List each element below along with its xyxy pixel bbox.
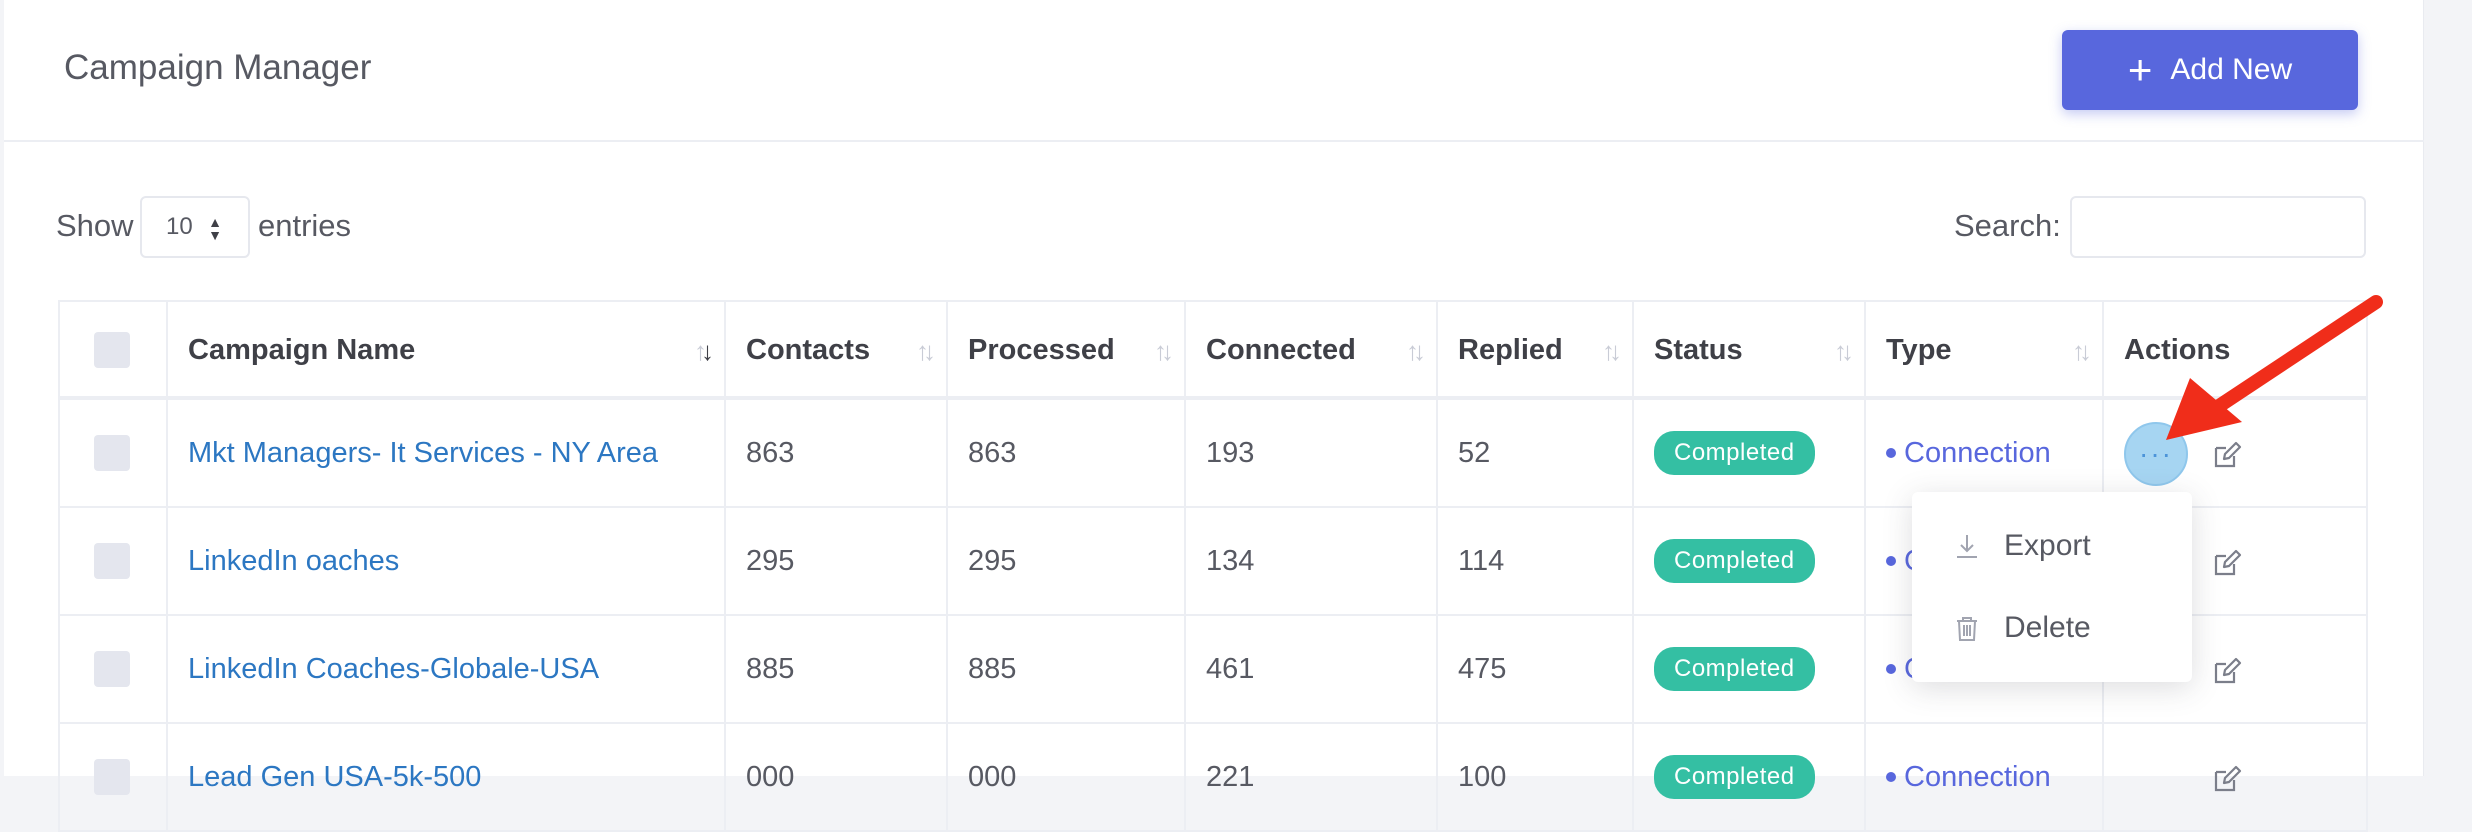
trash-icon xyxy=(1957,617,1977,641)
connected-value: 461 xyxy=(1186,616,1438,722)
contacts-value: 885 xyxy=(726,616,948,722)
processed-value: 295 xyxy=(948,508,1186,614)
col-campaign-name[interactable]: Campaign Name ↑↓ xyxy=(168,302,726,398)
select-all-cell xyxy=(60,302,168,398)
col-contacts[interactable]: Contacts ↑↓ xyxy=(726,302,948,398)
entries-label: entries xyxy=(258,208,352,243)
campaign-name-link[interactable]: Lead Gen USA-5k-500 xyxy=(168,724,726,830)
contacts-value: 295 xyxy=(726,508,948,614)
row-checkbox[interactable] xyxy=(94,543,130,579)
show-label: Show xyxy=(56,208,134,243)
actions-cell xyxy=(2104,724,2366,830)
connected-value: 221 xyxy=(1186,724,1438,830)
edit-icon[interactable] xyxy=(2212,764,2242,794)
actions-dropdown-menu: Export Delete xyxy=(1912,492,2192,682)
campaign-name-link[interactable]: LinkedIn Coaches-Globale-USA xyxy=(168,616,726,722)
contacts-value: 000 xyxy=(726,724,948,830)
select-all-checkbox[interactable] xyxy=(94,332,130,368)
bullet-icon xyxy=(1886,556,1896,566)
row-checkbox[interactable] xyxy=(94,759,130,795)
status-badge: Completed xyxy=(1654,755,1815,799)
download-icon xyxy=(1957,535,1977,558)
sort-icon: ↑↓ xyxy=(916,336,936,366)
search-label: Search: xyxy=(1954,208,2061,243)
annotation-arrow xyxy=(2166,295,2383,440)
col-status[interactable]: Status ↑↓ xyxy=(1634,302,1866,398)
processed-value: 885 xyxy=(948,616,1186,722)
replied-value: 100 xyxy=(1438,724,1634,830)
type-label: Connection xyxy=(1886,437,2051,470)
campaign-name-link[interactable]: LinkedIn oaches xyxy=(168,508,726,614)
processed-value: 863 xyxy=(948,400,1186,506)
col-type[interactable]: Type ↑↓ xyxy=(1866,302,2104,398)
page-length-select[interactable]: 10 ▲ ▼ xyxy=(140,196,250,258)
search-input[interactable] xyxy=(2070,196,2366,258)
edit-icon[interactable] xyxy=(2212,656,2242,686)
table-header: Campaign Name ↑↓ Contacts ↑↓ Processed ↑… xyxy=(58,300,2368,400)
connected-value: 193 xyxy=(1186,400,1438,506)
replied-value: 52 xyxy=(1438,400,1634,506)
sort-icon: ↑↓ xyxy=(2072,336,2092,366)
replied-value: 114 xyxy=(1438,508,1634,614)
status-badge: Completed xyxy=(1654,431,1815,475)
status-badge: Completed xyxy=(1654,647,1815,691)
col-processed[interactable]: Processed ↑↓ xyxy=(948,302,1186,398)
col-replied[interactable]: Replied ↑↓ xyxy=(1438,302,1634,398)
sort-icon: ↑↓ xyxy=(1602,336,1622,366)
type-label: Connection xyxy=(1886,761,2051,794)
row-checkbox[interactable] xyxy=(94,435,130,471)
edit-icon[interactable] xyxy=(2212,548,2242,578)
bullet-icon xyxy=(1886,772,1896,782)
sort-icon: ↑↓ xyxy=(1406,336,1426,366)
add-new-button[interactable]: + Add New xyxy=(2062,30,2358,110)
add-new-label: Add New xyxy=(2170,53,2293,86)
contacts-value: 863 xyxy=(726,400,948,506)
menu-item-delete[interactable]: Delete xyxy=(1912,588,2192,668)
plus-icon: + xyxy=(2127,46,2153,93)
connected-value: 134 xyxy=(1186,508,1438,614)
sort-icon: ↑↓ xyxy=(1154,336,1174,366)
sort-icon: ↑↓ xyxy=(694,336,714,366)
page-length-value: 10 xyxy=(166,213,193,240)
replied-value: 475 xyxy=(1438,616,1634,722)
sort-icon: ↑↓ xyxy=(1834,336,1854,366)
processed-value: 000 xyxy=(948,724,1186,830)
bullet-icon xyxy=(1886,664,1896,674)
col-connected[interactable]: Connected ↑↓ xyxy=(1186,302,1438,398)
campaign-name-link[interactable]: Mkt Managers- It Services - NY Area xyxy=(168,400,726,506)
page-title: Campaign Manager xyxy=(64,48,372,87)
bullet-icon xyxy=(1886,448,1896,458)
row-checkbox[interactable] xyxy=(94,651,130,687)
panel-header: Campaign Manager + Add New xyxy=(4,0,2424,142)
select-arrows-icon: ▲ ▼ xyxy=(208,214,222,243)
table-row: Lead Gen USA-5k-500 000 000 221 100 Comp… xyxy=(58,724,2368,832)
status-badge: Completed xyxy=(1654,539,1815,583)
menu-item-export[interactable]: Export xyxy=(1912,506,2192,586)
